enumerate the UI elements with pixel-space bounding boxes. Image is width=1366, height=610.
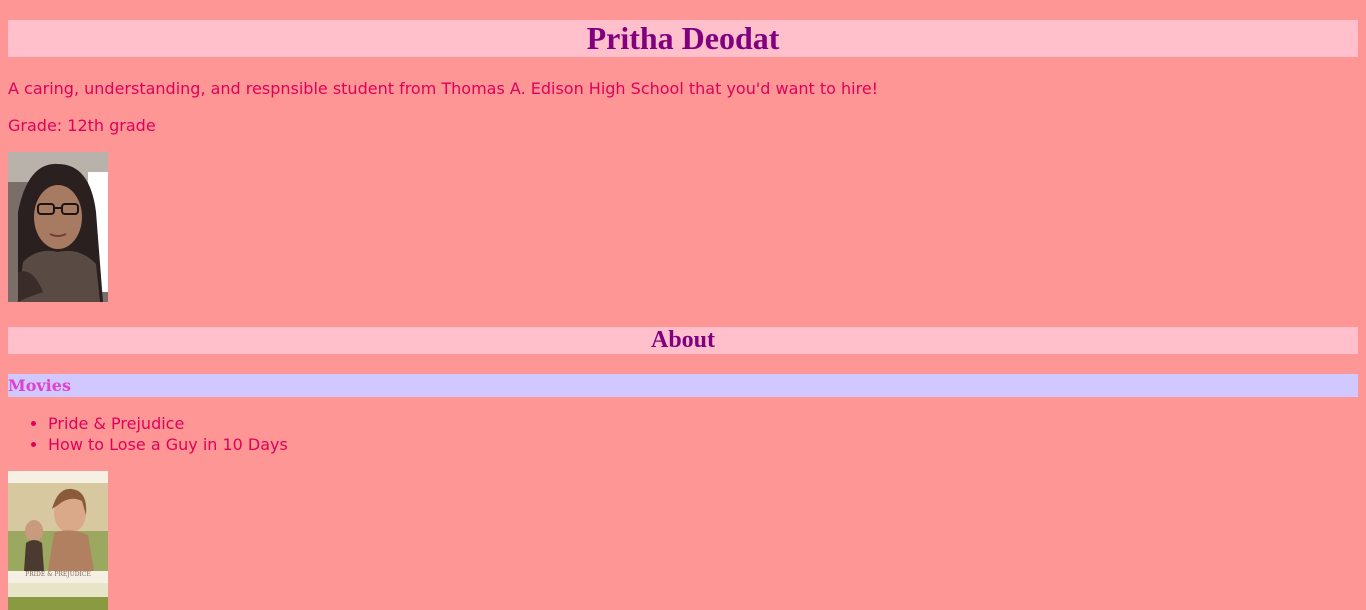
movie-list: Pride & Prejudice How to Lose a Guy in 1… bbox=[8, 413, 1358, 455]
list-item: Pride & Prejudice bbox=[48, 413, 1358, 434]
about-heading: About bbox=[8, 327, 1358, 354]
list-item: How to Lose a Guy in 10 Days bbox=[48, 434, 1358, 455]
grade-text: Grade: 12th grade bbox=[8, 116, 156, 135]
pride-prejudice-poster: PRIDE & PREJUDICE bbox=[8, 471, 108, 610]
intro-text: A caring, understanding, and respnsible … bbox=[8, 79, 879, 98]
portrait-photo bbox=[8, 152, 108, 302]
movies-heading: Movies bbox=[8, 374, 1358, 397]
page-title: Pritha Deodat bbox=[8, 20, 1358, 57]
poster-caption: PRIDE & PREJUDICE bbox=[25, 571, 91, 578]
